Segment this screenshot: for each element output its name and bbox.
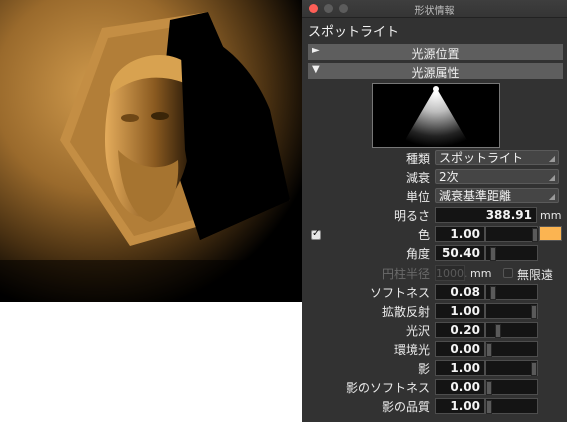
ambient-input[interactable]: 0.00 xyxy=(435,341,485,357)
color-label: 色 xyxy=(417,228,430,242)
section-label: 光源位置 xyxy=(411,47,460,61)
type-value: スポットライト xyxy=(439,151,524,165)
shadow-quality-label: 影の品質 xyxy=(381,400,430,414)
section-light-position[interactable]: ► 光源位置 xyxy=(308,44,563,61)
dropdown-caret-icon: ◢ xyxy=(548,154,555,163)
type-label: 種類 xyxy=(405,152,430,166)
window-titlebar: 形状情報 xyxy=(302,0,567,18)
unit-label: 単位 xyxy=(405,190,430,204)
spotlit-relief-image xyxy=(0,0,302,302)
shadow-quality-input[interactable]: 1.00 xyxy=(435,398,485,414)
slider-knob[interactable] xyxy=(490,286,496,300)
dropdown-caret-icon: ◢ xyxy=(548,192,555,201)
gloss-slider[interactable] xyxy=(485,322,538,338)
color-swatch[interactable] xyxy=(539,226,562,241)
brightness-input[interactable]: 388.91 xyxy=(435,207,537,223)
slider-knob[interactable] xyxy=(486,400,492,414)
section-light-attributes[interactable]: ▼ 光源属性 xyxy=(308,63,563,80)
slider-knob[interactable] xyxy=(486,343,492,357)
ambient-slider[interactable] xyxy=(485,341,538,357)
window-title: 形状情報 xyxy=(414,6,455,17)
shadow-label: 影 xyxy=(417,362,430,376)
shadow-softness-label: 影のソフトネス xyxy=(345,381,430,395)
gloss-input[interactable]: 0.20 xyxy=(435,322,485,338)
object-type-heading: スポットライト xyxy=(308,25,400,40)
diffuse-label: 拡散反射 xyxy=(381,305,430,319)
render-preview xyxy=(0,0,302,302)
angle-input[interactable]: 50.40 xyxy=(435,245,485,261)
softness-input[interactable]: 0.08 xyxy=(435,284,485,300)
attenuation-label: 減衰 xyxy=(405,171,430,185)
infinite-label: 無限遠 xyxy=(517,268,554,282)
slider-knob[interactable] xyxy=(486,381,492,395)
cylinder-radius-unit: mm xyxy=(470,267,492,280)
shadow-softness-input[interactable]: 0.00 xyxy=(435,379,485,395)
spotlight-cone-icon xyxy=(401,86,471,147)
cylinder-radius-input: 1000. xyxy=(435,265,468,281)
brightness-label: 明るさ xyxy=(393,209,430,223)
infinite-checkbox xyxy=(503,268,513,278)
slider-knob[interactable] xyxy=(531,362,537,376)
color-slider[interactable] xyxy=(485,226,538,242)
attenuation-dropdown[interactable]: 2次 ◢ xyxy=(435,169,559,184)
unit-value: 減衰基準距離 xyxy=(439,189,512,203)
slider-knob[interactable] xyxy=(490,247,496,261)
gloss-label: 光沢 xyxy=(405,324,430,338)
softness-label: ソフトネス xyxy=(369,286,430,300)
type-dropdown[interactable]: スポットライト ◢ xyxy=(435,150,559,165)
shadow-slider[interactable] xyxy=(485,360,538,376)
section-label: 光源属性 xyxy=(411,66,460,80)
attenuation-value: 2次 xyxy=(439,170,459,184)
dropdown-caret-icon: ◢ xyxy=(548,173,555,182)
slider-knob[interactable] xyxy=(531,305,537,319)
shadow-input[interactable]: 1.00 xyxy=(435,360,485,376)
softness-slider[interactable] xyxy=(485,284,538,300)
angle-slider[interactable] xyxy=(485,245,538,261)
brightness-unit: mm xyxy=(540,209,562,222)
diffuse-input[interactable]: 1.00 xyxy=(435,303,485,319)
slider-knob[interactable] xyxy=(495,324,501,338)
color-intensity-input[interactable]: 1.00 xyxy=(435,226,485,242)
angle-label: 角度 xyxy=(405,247,430,261)
shape-info-panel: 形状情報 スポットライト ► 光源位置 ▼ 光源属性 種類 スポットライト ◢ xyxy=(302,0,567,422)
slider-knob[interactable] xyxy=(532,228,538,242)
cylinder-radius-label: 円柱半径 xyxy=(381,267,430,281)
shadow-softness-slider[interactable] xyxy=(485,379,538,395)
diffuse-slider[interactable] xyxy=(485,303,538,319)
unit-dropdown[interactable]: 減衰基準距離 ◢ xyxy=(435,188,559,203)
shadow-quality-slider[interactable] xyxy=(485,398,538,414)
ambient-label: 環境光 xyxy=(393,343,430,357)
spotlight-preview xyxy=(372,83,500,148)
